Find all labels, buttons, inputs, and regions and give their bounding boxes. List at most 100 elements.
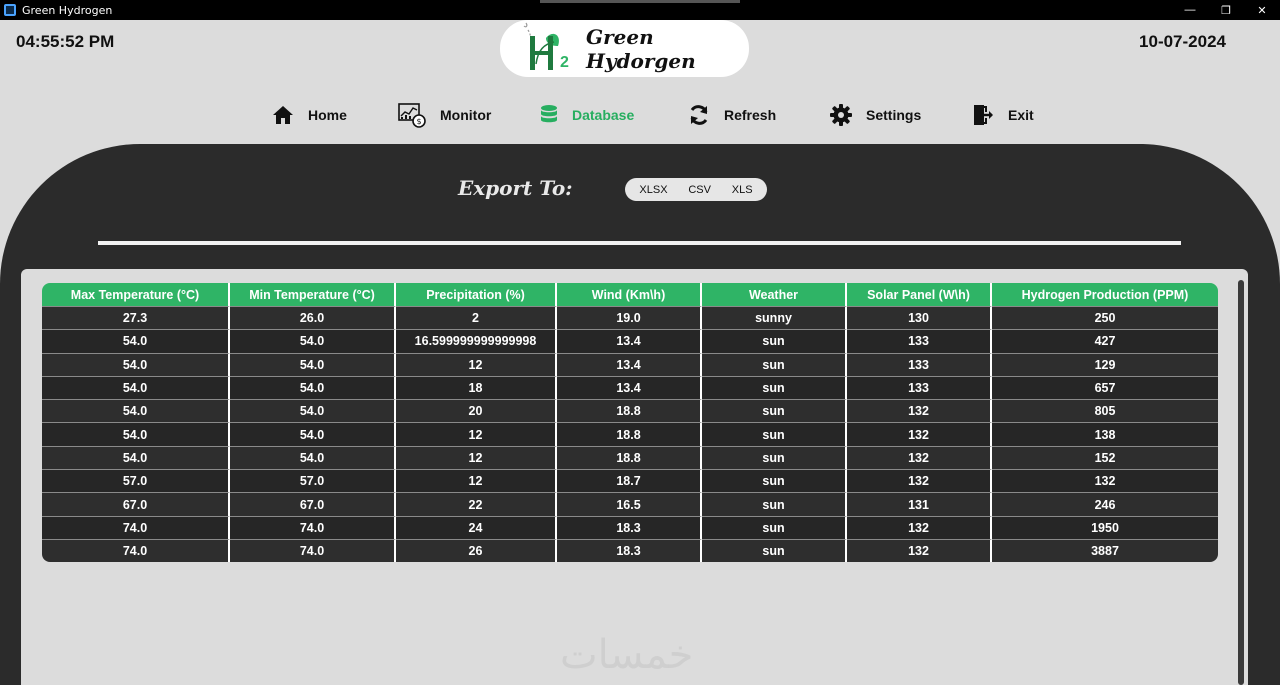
table-cell: sun	[702, 445, 847, 470]
table-cell: sun	[702, 492, 847, 516]
table-cell: 74.0	[230, 538, 396, 563]
app-logo: 2 Green Hydorgen	[500, 20, 749, 77]
table-cell: 54.0	[230, 329, 396, 353]
table-cell: 74.0	[42, 538, 230, 563]
table-cell: 18.3	[557, 515, 702, 539]
column-header[interactable]: Max Temperature (°C)	[42, 283, 230, 306]
nav-refresh[interactable]: Refresh	[688, 100, 776, 130]
clock: 04:55:52 PM	[16, 32, 115, 51]
table-cell: 19.0	[557, 306, 702, 330]
table-row[interactable]: 67.0 67.0 22 16.5 sun 131 246	[42, 492, 1218, 516]
column-header[interactable]: Wind (Km\h)	[557, 283, 702, 306]
table-cell: 20	[396, 399, 557, 423]
table-cell: 246	[992, 492, 1218, 516]
table-cell: 22	[396, 492, 557, 516]
table-cell: 12	[396, 352, 557, 376]
table-cell: sun	[702, 352, 847, 376]
table-row[interactable]: 74.0 74.0 24 18.3 sun 132 1950	[42, 515, 1218, 539]
table-cell: 129	[992, 352, 1218, 376]
table-cell: sun	[702, 329, 847, 353]
vertical-scrollbar[interactable]	[1238, 280, 1244, 685]
monitor-icon: $	[398, 103, 426, 128]
column-header[interactable]: Precipitation (%)	[396, 283, 557, 306]
drag-handle[interactable]	[540, 0, 740, 3]
table-cell: 138	[992, 422, 1218, 446]
table-cell: 18.8	[557, 422, 702, 446]
table-cell: 250	[992, 306, 1218, 330]
table-cell: 130	[847, 306, 992, 330]
table-cell: 133	[847, 352, 992, 376]
column-header[interactable]: Solar Panel (W\h)	[847, 283, 992, 306]
divider	[98, 241, 1181, 245]
table-cell: 132	[847, 422, 992, 446]
export-xlsx-button[interactable]: XLSX	[639, 184, 667, 196]
main-nav: Home $ Monitor Database Refresh Settings…	[0, 100, 1280, 130]
table-row[interactable]: 54.0 54.0 16.599999999999998 13.4 sun 13…	[42, 329, 1218, 353]
table-cell: 54.0	[230, 399, 396, 423]
table-header-row: Max Temperature (°C) Min Temperature (°C…	[42, 283, 1218, 306]
table-cell: 132	[847, 445, 992, 470]
nav-monitor[interactable]: $ Monitor	[398, 100, 491, 130]
export-options: XLSX CSV XLS	[625, 178, 767, 201]
table-cell: 26.0	[230, 306, 396, 330]
table-cell: sun	[702, 538, 847, 563]
table-cell: sun	[702, 399, 847, 423]
table-cell: 54.0	[42, 352, 230, 376]
table-cell: 54.0	[42, 445, 230, 470]
watermark: خمسات	[560, 632, 694, 678]
column-header[interactable]: Weather	[702, 283, 847, 306]
table-cell: 16.599999999999998	[396, 329, 557, 353]
table-row[interactable]: 74.0 74.0 26 18.3 sun 132 3887	[42, 538, 1218, 563]
export-label: Export To:	[458, 176, 573, 200]
table-cell: 24	[396, 515, 557, 539]
table-row[interactable]: 54.0 54.0 12 13.4 sun 133 129	[42, 352, 1218, 376]
table-cell: 18.8	[557, 445, 702, 470]
table-row[interactable]: 27.3 26.0 2 19.0 sunny 130 250	[42, 306, 1218, 330]
table-cell: 54.0	[42, 329, 230, 353]
table-row[interactable]: 54.0 54.0 18 13.4 sun 133 657	[42, 375, 1218, 400]
nav-exit[interactable]: Exit	[972, 100, 1034, 130]
maximize-button[interactable]: ❐	[1208, 0, 1244, 20]
table-cell: 133	[847, 375, 992, 400]
export-xls-button[interactable]: XLS	[732, 184, 753, 196]
logo-subscript: 2	[560, 54, 569, 71]
table-cell: 67.0	[230, 492, 396, 516]
table-cell: sun	[702, 422, 847, 446]
table-cell: 805	[992, 399, 1218, 423]
table-row[interactable]: 57.0 57.0 12 18.7 sun 132 132	[42, 469, 1218, 493]
table-cell: 131	[847, 492, 992, 516]
column-header[interactable]: Min Temperature (°C)	[230, 283, 396, 306]
table-cell: 12	[396, 445, 557, 470]
table-cell: 26	[396, 538, 557, 563]
table-cell: 152	[992, 445, 1218, 470]
nav-exit-label: Exit	[1008, 107, 1034, 123]
table-cell: 57.0	[42, 469, 230, 493]
nav-settings[interactable]: Settings	[830, 100, 921, 130]
table-row[interactable]: 54.0 54.0 12 18.8 sun 132 138	[42, 422, 1218, 446]
home-icon	[273, 106, 293, 124]
table-cell: 18.8	[557, 399, 702, 423]
nav-home[interactable]: Home	[272, 100, 347, 130]
export-csv-button[interactable]: CSV	[688, 184, 711, 196]
table-cell: 3887	[992, 538, 1218, 563]
table-cell: 12	[396, 422, 557, 446]
table-row[interactable]: 54.0 54.0 12 18.8 sun 132 152	[42, 445, 1218, 470]
table-cell: 132	[847, 515, 992, 539]
column-header[interactable]: Hydrogen Production (PPM)	[992, 283, 1218, 306]
table-cell: 133	[847, 329, 992, 353]
exit-icon	[974, 105, 993, 125]
minimize-button[interactable]: —	[1172, 0, 1208, 20]
window-controls: — ❐ ✕	[1172, 0, 1280, 20]
table-cell: 132	[847, 538, 992, 563]
table-cell: sun	[702, 469, 847, 493]
table-row[interactable]: 54.0 54.0 20 18.8 sun 132 805	[42, 399, 1218, 423]
table-cell: 132	[847, 469, 992, 493]
table-cell: 657	[992, 375, 1218, 400]
table-cell: 18.3	[557, 538, 702, 563]
table-cell: 54.0	[230, 445, 396, 470]
table-cell: 18	[396, 375, 557, 400]
nav-database[interactable]: Database	[540, 100, 634, 130]
nav-monitor-label: Monitor	[440, 107, 492, 123]
close-button[interactable]: ✕	[1244, 0, 1280, 20]
table-cell: 54.0	[42, 375, 230, 400]
